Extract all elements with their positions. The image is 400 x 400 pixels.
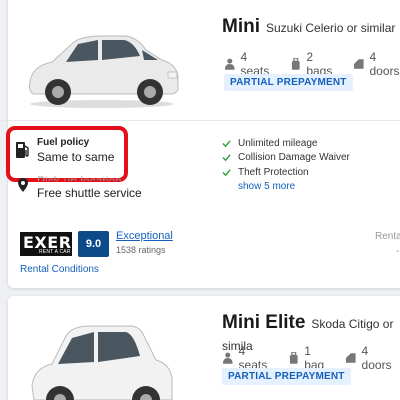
door-icon	[353, 59, 364, 69]
pickup-location-text: Pick-up location	[37, 174, 122, 181]
show-more-link[interactable]: show 5 more	[238, 181, 350, 192]
car-class-title: Mini Suzuki Celerio or similar	[222, 16, 396, 37]
feature-item: Theft Protection	[222, 165, 350, 180]
rating-score: 9.0	[78, 231, 109, 257]
rating-label-link[interactable]: Exceptional	[116, 230, 173, 242]
car-image[interactable]	[26, 316, 176, 400]
check-icon	[222, 140, 231, 148]
features-list: Unlimited mileage Collision Damage Waive…	[222, 136, 350, 192]
doors-spec: 4 doors	[353, 50, 400, 78]
fuel-pump-icon	[16, 142, 29, 158]
doors-spec: 4 doors	[345, 344, 400, 372]
feature-item: Collision Damage Waiver	[222, 151, 350, 166]
rental-info-partial-2: -	[396, 246, 400, 257]
fuel-policy-title: Fuel policy	[37, 137, 90, 148]
check-icon	[222, 169, 231, 177]
supplier-logo: EXER RENT A CAR	[20, 232, 72, 256]
prepayment-badge: PARTIAL PREPAYMENT	[224, 74, 353, 91]
check-icon	[222, 154, 231, 162]
divider	[0, 120, 400, 121]
rental-info-partial: Renta	[375, 231, 400, 242]
similar-car-text: Suzuki Celerio or similar	[266, 21, 396, 35]
door-icon	[345, 353, 356, 363]
rating-count: 1538 ratings	[116, 245, 166, 255]
location-pin-icon	[18, 178, 28, 192]
bag-icon	[291, 58, 300, 70]
fuel-policy-value: Same to same	[37, 150, 115, 164]
shuttle-service-text: Free shuttle service	[37, 186, 142, 200]
car-image[interactable]	[22, 26, 182, 110]
rental-conditions-link[interactable]: Rental Conditions	[20, 264, 99, 275]
prepayment-badge: PARTIAL PREPAYMENT	[222, 368, 351, 385]
seat-icon	[222, 352, 233, 364]
feature-item: Unlimited mileage	[222, 136, 350, 151]
bag-icon	[289, 352, 298, 364]
seat-icon	[224, 58, 235, 70]
